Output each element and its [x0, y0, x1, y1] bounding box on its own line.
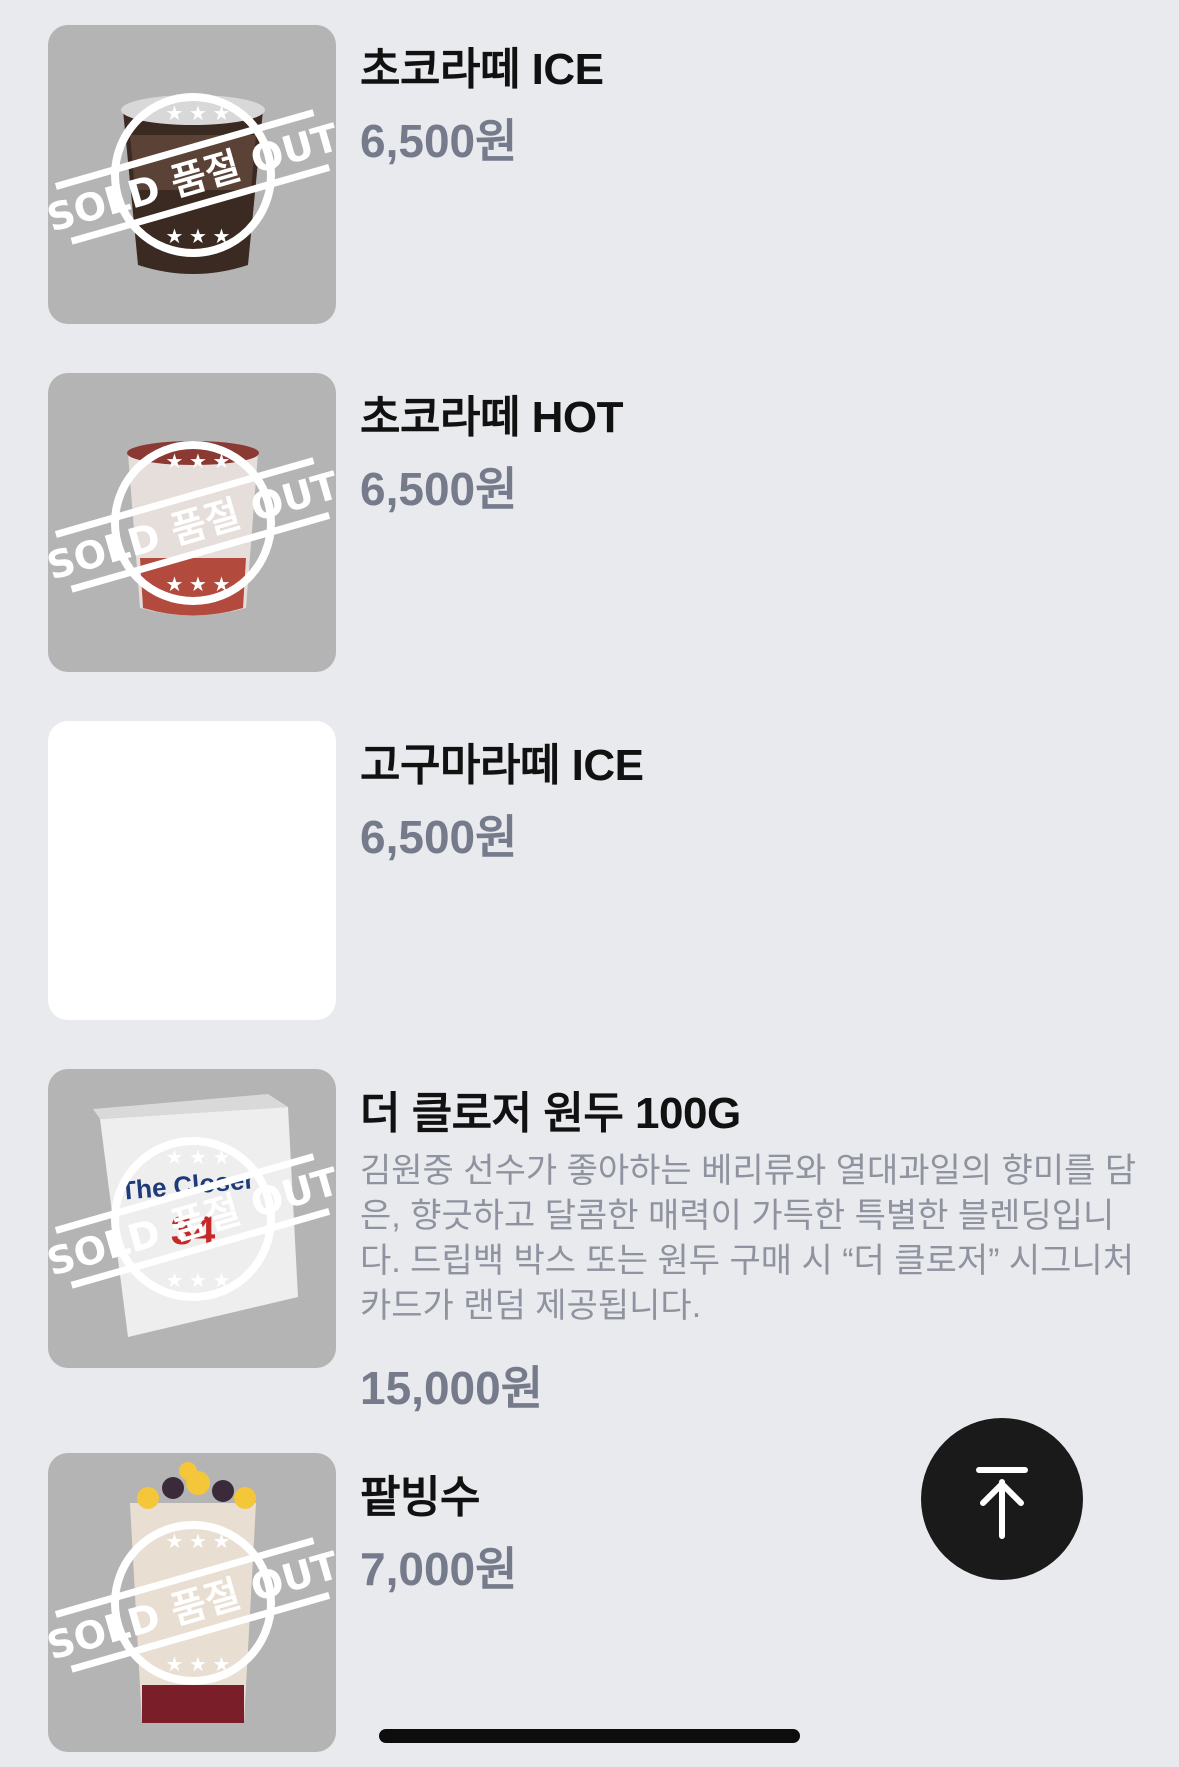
product-image: ★ ★ ★ ★ ★ ★ SOLD 품절 OUT	[48, 373, 336, 672]
sold-out-stamp-icon: ★ ★ ★ ★ ★ ★ SOLD 품절 OUT	[48, 1521, 336, 1685]
sold-out-stamp-icon: ★ ★ ★ ★ ★ ★ SOLD 품절 OUT	[48, 441, 336, 605]
menu-item-sweet-potato-latte-ice[interactable]: 고구마라떼 ICE 6,500원	[0, 721, 1179, 1020]
item-name: 더 클로저 원두 100G	[360, 1089, 741, 1138]
svg-text:★ ★ ★: ★ ★ ★	[166, 1270, 231, 1292]
svg-text:★ ★ ★: ★ ★ ★	[166, 1654, 231, 1676]
sold-out-stamp-icon: ★ ★ ★ ★ ★ ★ SOLD 품절 OUT	[48, 93, 336, 257]
item-price: 7,000원	[360, 1543, 518, 1595]
item-price: 6,500원	[360, 463, 518, 515]
item-name: 초코라떼 ICE	[360, 45, 604, 94]
svg-text:★ ★ ★: ★ ★ ★	[166, 1147, 231, 1169]
menu-item-chocolate-latte-ice[interactable]: ★ ★ ★ ★ ★ ★ SOLD 품절 OUT 초코라떼 ICE 6,500원	[0, 25, 1179, 324]
item-name: 고구마라떼 ICE	[360, 741, 644, 790]
item-price: 6,500원	[360, 811, 518, 863]
svg-text:★ ★ ★: ★ ★ ★	[166, 574, 231, 596]
item-description: 김원중 선수가 좋아하는 베리류와 열대과일의 향미를 담은, 향긋하고 달콤한…	[360, 1152, 1137, 1325]
svg-text:★ ★ ★: ★ ★ ★	[166, 103, 231, 125]
sold-out-stamp-icon: ★ ★ ★ ★ ★ ★ SOLD 품절 OUT	[48, 1137, 336, 1301]
item-name: 초코라떼 HOT	[360, 393, 624, 442]
menu-item-the-closer-beans[interactable]: The Closer 34 ★ ★ ★ ★ ★ ★ SOLD 품절 OUT 더 …	[0, 1069, 1179, 1414]
svg-text:★ ★ ★: ★ ★ ★	[166, 226, 231, 248]
product-image: ★ ★ ★ ★ ★ ★ SOLD 품절 OUT	[48, 25, 336, 324]
svg-text:★ ★ ★: ★ ★ ★	[166, 1531, 231, 1553]
product-image: ★ ★ ★ ★ ★ ★ SOLD 품절 OUT	[48, 1453, 336, 1752]
menu-item-chocolate-latte-hot[interactable]: ★ ★ ★ ★ ★ ★ SOLD 품절 OUT 초코라떼 HOT 6,500원	[0, 373, 1179, 672]
scroll-to-top-button[interactable]	[921, 1418, 1083, 1580]
item-price: 15,000원	[360, 1362, 544, 1414]
product-image: The Closer 34 ★ ★ ★ ★ ★ ★ SOLD 품절 OUT	[48, 1069, 336, 1368]
svg-text:★ ★ ★: ★ ★ ★	[166, 451, 231, 473]
arrow-up-to-top-icon	[976, 1467, 1028, 1539]
product-image-placeholder	[48, 721, 336, 1020]
home-indicator	[379, 1729, 800, 1743]
item-name: 팥빙수	[360, 1473, 480, 1522]
item-price: 6,500원	[360, 115, 518, 167]
